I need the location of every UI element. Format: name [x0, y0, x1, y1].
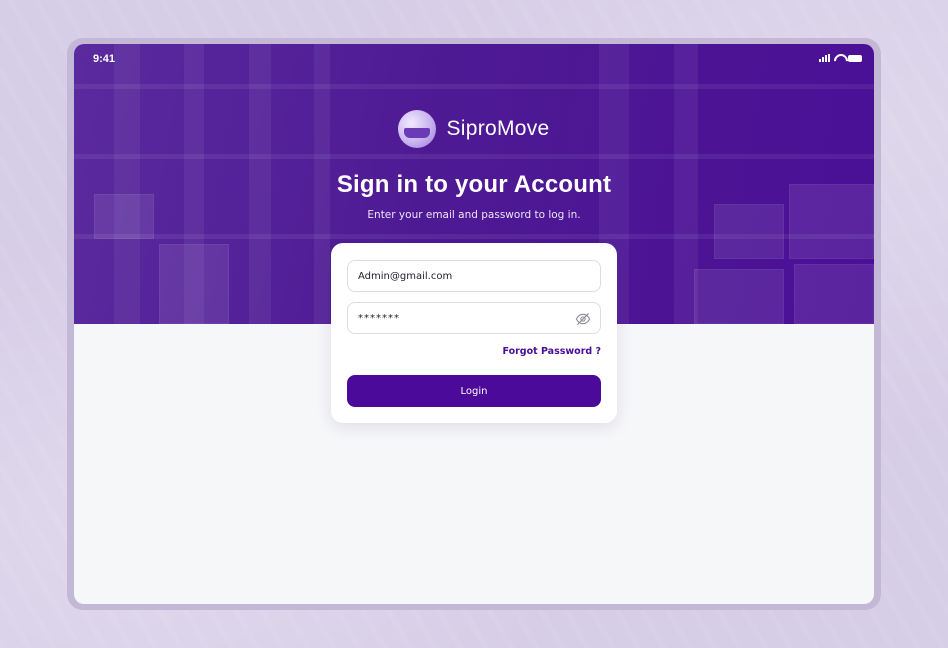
- login-button[interactable]: Login: [347, 375, 601, 407]
- brand: ✈ SiproMove: [74, 110, 874, 148]
- status-icons: [819, 54, 862, 62]
- logo-icon: ✈: [398, 110, 437, 148]
- status-bar: 9:41: [74, 44, 874, 76]
- password-value: *******: [358, 312, 400, 324]
- tablet-screen: 9:41 ✈ SiproMove Sign in to your Account…: [74, 44, 874, 604]
- page-title: Sign in to your Account: [336, 171, 612, 198]
- eye-off-icon[interactable]: [575, 311, 591, 327]
- battery-icon: [848, 54, 862, 62]
- login-card: Admin@gmail.com ******* Forgot Password …: [331, 243, 617, 423]
- password-field[interactable]: *******: [347, 302, 601, 334]
- plane-icon: ✈: [430, 110, 437, 121]
- status-time: 9:41: [93, 53, 116, 65]
- signal-icon: [819, 54, 830, 62]
- wifi-icon: [834, 54, 844, 62]
- page-subtitle: Enter your email and password to log in.: [367, 209, 581, 221]
- email-field[interactable]: Admin@gmail.com: [347, 260, 601, 292]
- brand-name: SiproMove: [446, 117, 550, 140]
- email-value: Admin@gmail.com: [358, 270, 453, 282]
- forgot-password-link[interactable]: Forgot Password ?: [502, 346, 601, 357]
